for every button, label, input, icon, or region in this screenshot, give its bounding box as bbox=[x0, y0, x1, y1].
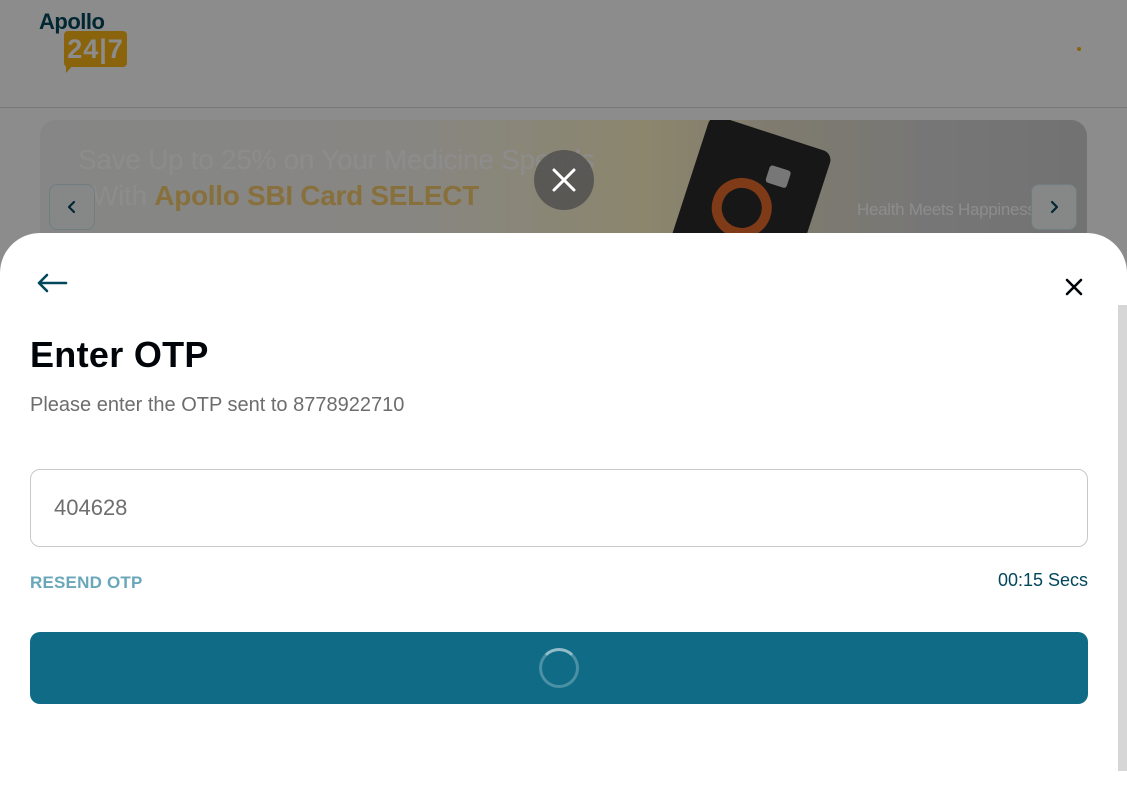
otp-timer: 00:15 Secs bbox=[997, 570, 1088, 590]
close-icon bbox=[552, 168, 576, 192]
otp-input[interactable] bbox=[30, 469, 1088, 547]
overlay-close-button[interactable] bbox=[534, 150, 594, 210]
close-button[interactable] bbox=[1060, 273, 1088, 301]
otp-instruction: Please enter the OTP sent to 8778922710 bbox=[30, 394, 405, 416]
spinner-icon bbox=[539, 648, 579, 688]
resend-otp-link[interactable]: RESEND OTP bbox=[30, 573, 143, 593]
close-icon bbox=[1065, 278, 1083, 296]
scrollbar[interactable] bbox=[1118, 305, 1127, 771]
otp-bottom-sheet: Enter OTP Please enter the OTP sent to 8… bbox=[0, 233, 1127, 798]
page-title: Enter OTP bbox=[30, 334, 209, 375]
arrow-left-icon bbox=[37, 273, 68, 293]
back-button[interactable] bbox=[34, 269, 70, 297]
submit-otp-button[interactable] bbox=[30, 632, 1088, 704]
